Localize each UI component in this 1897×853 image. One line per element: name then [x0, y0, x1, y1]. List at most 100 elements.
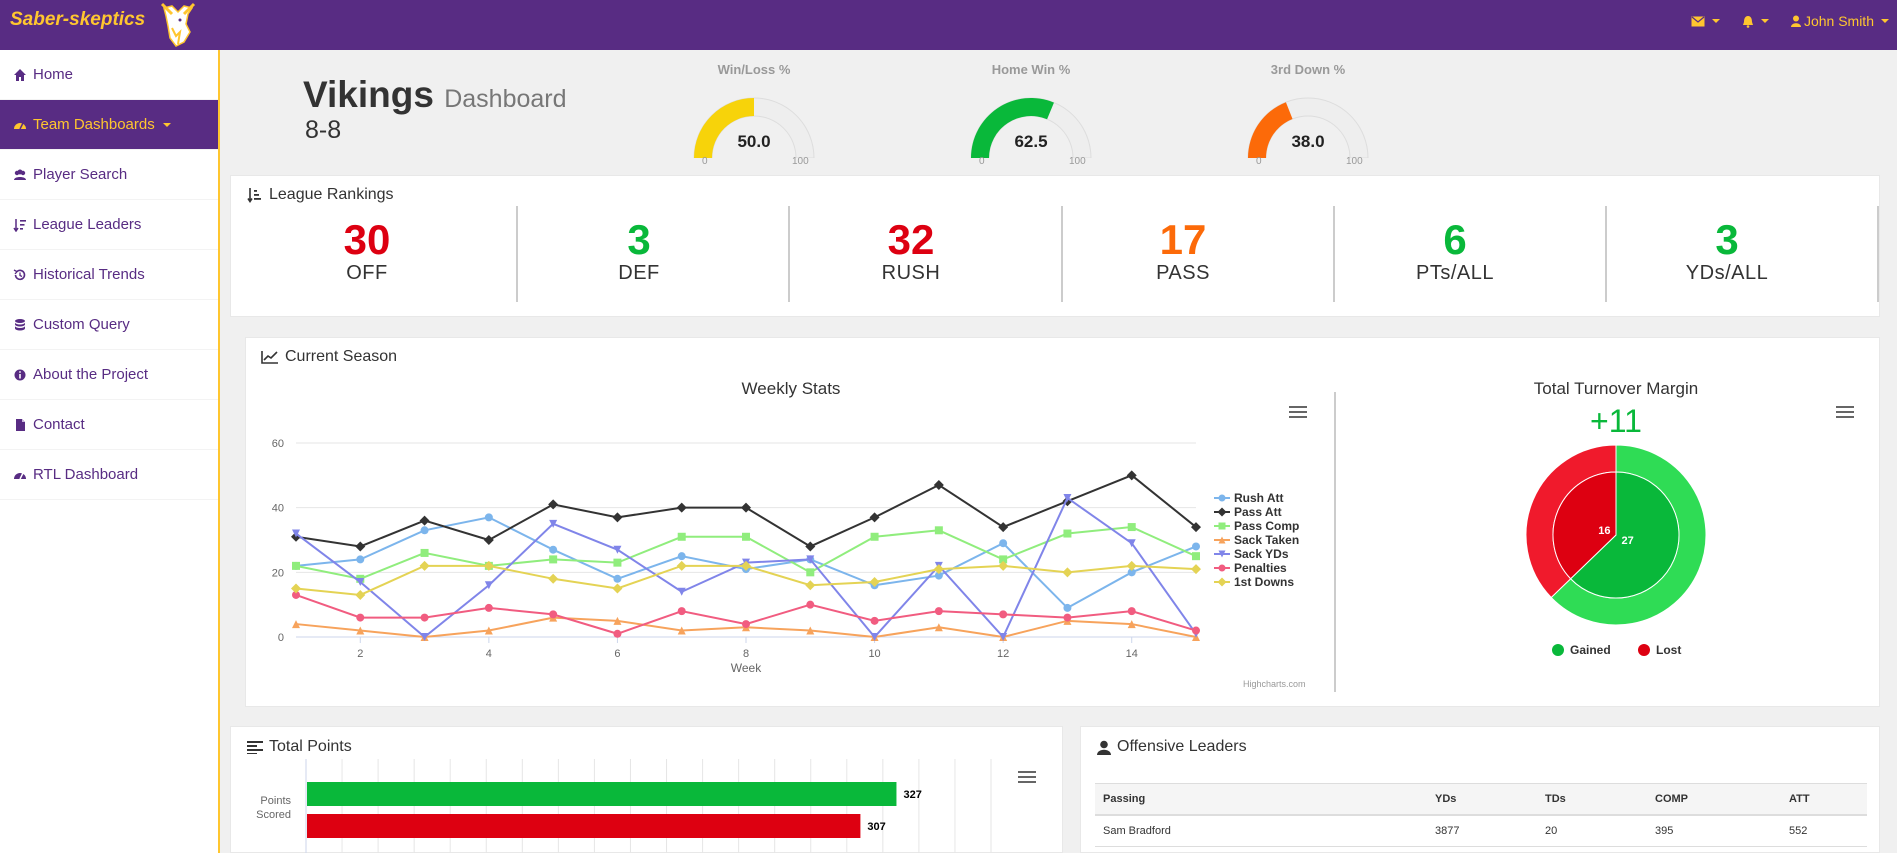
info-icon [14, 369, 26, 380]
x-tick-label: 2 [357, 648, 363, 660]
legend-symbol [1214, 536, 1230, 544]
table-cell: 552 [1781, 815, 1867, 847]
legend-symbol [1638, 644, 1650, 656]
bar-value-label: 327 [903, 789, 921, 801]
legend-label: Sack YDs [1234, 547, 1289, 561]
legend-item[interactable]: 1st Downs [1214, 575, 1299, 589]
notifications-dropdown[interactable] [1742, 15, 1769, 28]
column-header[interactable]: YDs [1427, 783, 1537, 816]
y-tick-label: 60 [272, 438, 284, 450]
y-tick-label: 40 [272, 503, 284, 515]
data-point [1063, 613, 1072, 622]
x-tick-label: 4 [486, 648, 492, 660]
data-point [420, 526, 429, 535]
messages-dropdown[interactable] [1691, 16, 1720, 27]
brand-name[interactable]: Saber-skeptics [10, 9, 145, 31]
total-points-chart: Points Scored 327 307 [256, 759, 992, 853]
x-tick-label: 10 [868, 648, 880, 660]
user-icon [1790, 15, 1801, 27]
bell-icon [1742, 15, 1753, 28]
gauge-value: 62.5 [1014, 132, 1048, 151]
rank-label: PTs/ALL [1416, 262, 1494, 284]
user-name: John Smith [1803, 13, 1874, 29]
sort-icon [13, 218, 26, 232]
chart-subtitle: +11 [1590, 403, 1642, 439]
data-point [934, 607, 943, 616]
rank-pass: 17 PASS [1047, 206, 1319, 302]
legend-item[interactable]: Pass Att [1214, 505, 1299, 519]
chart-credits[interactable]: Highcharts.com [1243, 679, 1306, 689]
data-point [419, 560, 430, 571]
rank-pts-all: 6 PTs/ALL [1319, 206, 1591, 302]
table-cell: 20 [1537, 815, 1647, 847]
top-navbar: Saber-skeptics John Smith [0, 0, 1897, 50]
column-header[interactable]: ATT [1781, 783, 1867, 816]
data-point [356, 613, 365, 622]
rank-rush: 32 RUSH [775, 206, 1047, 302]
panel-divider [1334, 392, 1336, 692]
data-point [1062, 567, 1073, 578]
weekly-stats-legend: Rush Att Pass Att Pass Comp Sack Taken Sack … [1214, 491, 1299, 589]
sidebar-item-custom-query[interactable]: Custom Query [0, 300, 218, 350]
legend-label: Lost [1656, 643, 1681, 657]
column-header[interactable]: TDs [1537, 783, 1647, 816]
data-point [612, 583, 623, 594]
column-header[interactable]: Passing [1095, 783, 1427, 816]
data-point [613, 558, 622, 567]
sidebar-item-home[interactable]: Home [0, 50, 218, 100]
data-point [1192, 542, 1200, 551]
bar [307, 814, 861, 838]
current-season-panel: Current Season Weekly Stats 0 20 40 60 2 4 6 8 10… [245, 337, 1880, 707]
rank-value: 6 [1443, 216, 1467, 263]
sidebar-item-about[interactable]: About the Project [0, 350, 218, 400]
sidebar-item-league-leaders[interactable]: League Leaders [0, 200, 218, 250]
legend-item[interactable]: Pass Comp [1214, 519, 1299, 533]
column-header[interactable]: COMP [1647, 783, 1781, 816]
vikings-logo-icon [160, 2, 196, 47]
table-row[interactable]: Sam Bradford 3877 20 395 552 [1095, 815, 1867, 847]
legend-item[interactable]: Rush Att [1214, 491, 1299, 505]
data-point [420, 613, 429, 622]
table-cell: 3877 [1427, 815, 1537, 847]
panel-header: Offensive Leaders [1097, 738, 1247, 756]
data-point [805, 541, 816, 552]
legend-label: Sack Taken [1234, 533, 1300, 547]
sidebar: Home Team Dashboards Player Search Leagu… [0, 50, 220, 853]
player-name[interactable]: Sam Bradford [1095, 815, 1427, 847]
dashboard-icon [14, 122, 26, 129]
sidebar-item-team-dashboards[interactable]: Team Dashboards [0, 100, 218, 150]
envelope-icon [1691, 16, 1705, 26]
legend-item[interactable]: Lost [1638, 643, 1681, 657]
data-point [549, 555, 558, 564]
chart-menu-button[interactable] [1289, 406, 1307, 420]
gauge-label: 3rd Down % [1270, 62, 1346, 77]
sidebar-item-player-search[interactable]: Player Search [0, 150, 218, 200]
offensive-leaders-panel: Offensive Leaders Passing YDs TDs COMP A… [1080, 726, 1880, 853]
legend-item[interactable]: Sack YDs [1214, 547, 1299, 561]
rank-divider [1877, 206, 1879, 302]
y-tick-label: 20 [272, 567, 284, 579]
legend-label: Gained [1570, 643, 1611, 657]
history-icon [13, 268, 26, 280]
rank-value: 17 [1159, 216, 1207, 263]
x-axis-label: Week [731, 661, 762, 675]
legend-item[interactable]: Penalties [1214, 561, 1299, 575]
legend-item[interactable]: Sack Taken [1214, 533, 1299, 547]
legend-symbol [1214, 550, 1230, 558]
sidebar-item-contact[interactable]: Contact [0, 400, 218, 450]
team-name: Vikings [303, 74, 434, 115]
legend-symbol [1214, 522, 1230, 530]
sidebar-item-rtl-dashboard[interactable]: RTL Dashboard [0, 450, 218, 500]
legend-item[interactable]: Gained [1552, 643, 1611, 657]
user-dropdown[interactable]: John Smith [1790, 13, 1889, 29]
chart-menu-button[interactable] [1018, 771, 1036, 785]
sidebar-item-historical-trends[interactable]: Historical Trends [0, 250, 218, 300]
data-point [1063, 529, 1072, 538]
chart-menu-button[interactable] [1836, 406, 1854, 420]
data-point [742, 532, 750, 541]
legend-symbol [1214, 507, 1230, 517]
bar [307, 782, 897, 806]
data-point [1126, 560, 1137, 571]
data-point [291, 583, 301, 594]
data-point [1192, 626, 1200, 635]
